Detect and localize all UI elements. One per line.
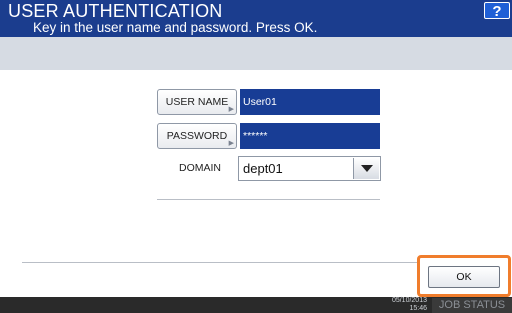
username-button[interactable]: USER NAME ▶ [157, 89, 237, 115]
instruction-text: Key in the user name and password. Press… [33, 20, 318, 35]
corner-arrow-icon: ▶ [228, 106, 234, 113]
username-button-label: USER NAME [165, 96, 229, 108]
date-text: 05/10/2013 [391, 297, 427, 304]
authentication-screen: USER AUTHENTICATION Key in the user name… [0, 0, 512, 313]
status-bar: 05/10/2013 15:46 JOB STATUS [0, 297, 512, 313]
ok-button[interactable]: OK [428, 266, 500, 288]
domain-label: DOMAIN [179, 162, 221, 174]
corner-arrow-icon: ▶ [228, 140, 234, 147]
password-button[interactable]: PASSWORD ▶ [157, 123, 237, 149]
password-button-label: PASSWORD [166, 130, 228, 142]
header-strip [0, 37, 512, 70]
datetime: 05/10/2013 15:46 [377, 297, 427, 313]
form-divider [157, 199, 380, 200]
domain-select[interactable]: dept01 [238, 156, 381, 181]
chevron-down-icon[interactable] [353, 158, 379, 179]
time-text: 15:46 [409, 305, 427, 312]
ok-button-highlight: OK [417, 255, 511, 297]
page-title: USER AUTHENTICATION [8, 1, 223, 21]
password-field[interactable]: ****** [240, 123, 380, 149]
job-status-button[interactable]: JOB STATUS [432, 298, 512, 313]
title-bar: USER AUTHENTICATION Key in the user name… [0, 0, 512, 37]
help-button[interactable]: ? [484, 2, 510, 20]
domain-selected-value: dept01 [243, 161, 283, 176]
username-field[interactable]: User01 [240, 89, 380, 115]
bottom-divider [22, 262, 420, 263]
